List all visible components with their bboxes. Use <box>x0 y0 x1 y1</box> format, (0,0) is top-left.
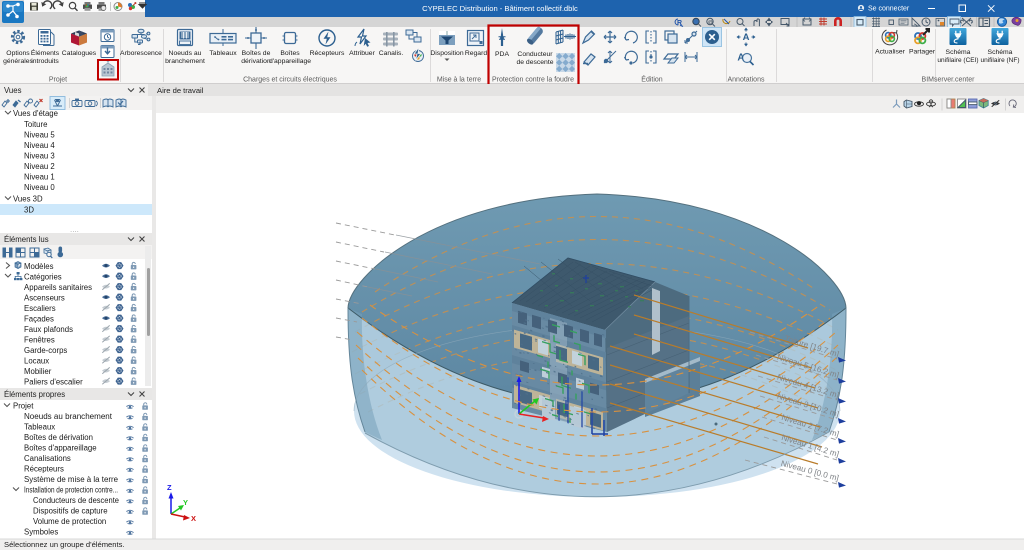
svg-text:Disposition: Disposition <box>430 50 463 57</box>
svg-text:Noeuds au: Noeuds au <box>169 50 202 57</box>
svg-text:Édition: Édition <box>641 75 663 84</box>
svg-text:Installation de protection con: Installation de protection contre... <box>24 486 118 495</box>
svg-text:Façades: Façades <box>24 315 54 324</box>
svg-text:Sélectionnez un groupe d'éléme: Sélectionnez un groupe d'éléments. <box>4 540 125 549</box>
svg-text:Attribuer: Attribuer <box>349 50 375 57</box>
svg-text:Catalogues: Catalogues <box>62 50 97 57</box>
svg-text:Projet: Projet <box>49 77 67 84</box>
svg-text:générales: générales <box>3 58 33 65</box>
svg-text:Dispositifs de capture: Dispositifs de capture <box>33 507 108 516</box>
svg-text:Escaliers: Escaliers <box>24 304 56 313</box>
svg-text:Faux plafonds: Faux plafonds <box>24 325 73 334</box>
svg-text:....: .... <box>70 225 79 234</box>
svg-text:Modèles: Modèles <box>24 262 54 271</box>
svg-text:Conducteur: Conducteur <box>517 51 553 58</box>
svg-text:Fenêtres: Fenêtres <box>24 336 55 345</box>
svg-text:Regard: Regard <box>465 50 488 57</box>
svg-text:Appareils sanitaires: Appareils sanitaires <box>24 283 92 292</box>
svg-text:Tableaux: Tableaux <box>24 423 55 432</box>
svg-text:Partager: Partager <box>909 49 936 56</box>
svg-text:d'appareillage: d'appareillage <box>269 58 311 65</box>
svg-text:Protection contre la foudre: Protection contre la foudre <box>492 77 574 84</box>
svg-text:Schéma: Schéma <box>988 49 1013 56</box>
svg-text:@: @ <box>708 20 714 26</box>
svg-text:Options: Options <box>6 50 30 57</box>
svg-text:Projet: Projet <box>13 402 34 411</box>
svg-text:Symboles: Symboles <box>24 528 58 537</box>
svg-text:Toiture: Toiture <box>24 120 47 129</box>
svg-text:Noeuds au branchement: Noeuds au branchement <box>24 412 113 421</box>
svg-text:Charges et circuits électrique: Charges et circuits électriques <box>243 77 337 84</box>
svg-text:Niveau 2: Niveau 2 <box>24 162 55 171</box>
svg-text:Éléments propres: Éléments propres <box>4 390 65 399</box>
svg-text:introduits: introduits <box>31 58 59 65</box>
svg-text:Garde-corps: Garde-corps <box>24 346 67 355</box>
svg-text:Mobilier: Mobilier <box>24 367 52 376</box>
svg-text:Actualiser: Actualiser <box>875 49 906 56</box>
svg-text:Canalisations: Canalisations <box>24 454 71 463</box>
svg-text:X: X <box>191 514 196 523</box>
svg-text:Z: Z <box>167 483 172 492</box>
svg-text:Boîtes de: Boîtes de <box>242 50 271 57</box>
svg-text:Éléments: Éléments <box>31 48 60 57</box>
svg-text:Mise à la terre: Mise à la terre <box>437 77 481 84</box>
svg-text:PDA: PDA <box>495 51 509 58</box>
svg-text:3D: 3D <box>24 206 34 215</box>
svg-text:Schéma: Schéma <box>946 49 971 56</box>
svg-text:Niveau 1: Niveau 1 <box>24 173 55 182</box>
svg-text:Vues 3D: Vues 3D <box>13 195 43 204</box>
svg-text:Arborescence: Arborescence <box>120 50 162 57</box>
svg-text:Niveau 4: Niveau 4 <box>24 141 55 150</box>
svg-text:de descente: de descente <box>516 59 553 66</box>
svg-text:Niveau 0: Niveau 0 <box>24 183 55 192</box>
svg-text:Ascenseurs: Ascenseurs <box>24 294 65 303</box>
svg-text:Niveau 5: Niveau 5 <box>24 131 55 140</box>
svg-text:unifilaire (NF): unifilaire (NF) <box>980 57 1019 64</box>
svg-text:BIMserver.center: BIMserver.center <box>922 77 976 84</box>
svg-text:unifilaire (CEI): unifilaire (CEI) <box>937 57 978 64</box>
svg-text:Conducteurs de descente: Conducteurs de descente <box>33 496 119 505</box>
svg-text:Boîtes de dérivation: Boîtes de dérivation <box>24 433 93 442</box>
svg-text:Boîtes: Boîtes <box>280 50 300 57</box>
svg-text:Locaux: Locaux <box>24 357 49 366</box>
svg-text:CYPELEC Distribution - Bâtimen: CYPELEC Distribution - Bâtiment collecti… <box>422 4 578 13</box>
svg-text:R: R <box>677 20 682 27</box>
svg-text:dérivation: dérivation <box>241 58 271 65</box>
svg-text:Canalis.: Canalis. <box>379 50 404 57</box>
svg-text:Niveau 3: Niveau 3 <box>24 152 55 161</box>
svg-text:Récepteurs: Récepteurs <box>24 465 64 474</box>
svg-text:Annotations: Annotations <box>728 77 765 84</box>
svg-text:Boîtes d'appareillage: Boîtes d'appareillage <box>24 444 97 453</box>
svg-text:Tableaux: Tableaux <box>209 50 237 57</box>
svg-text:Éléments lus: Éléments lus <box>4 235 49 244</box>
svg-text:Aire de travail: Aire de travail <box>157 86 204 95</box>
svg-text:Vues d'étage: Vues d'étage <box>13 109 58 118</box>
svg-text:Se connecter: Se connecter <box>868 6 910 13</box>
svg-text:branchement: branchement <box>165 58 205 65</box>
svg-text:Y: Y <box>183 498 188 507</box>
svg-text:Volume de protection: Volume de protection <box>33 517 106 526</box>
svg-text:A: A <box>743 32 750 43</box>
svg-text:Récepteurs: Récepteurs <box>310 50 345 57</box>
svg-text:Système de mise à la terre: Système de mise à la terre <box>24 475 118 484</box>
svg-text:Catégories: Catégories <box>24 273 62 282</box>
svg-text:Vues: Vues <box>4 86 22 95</box>
